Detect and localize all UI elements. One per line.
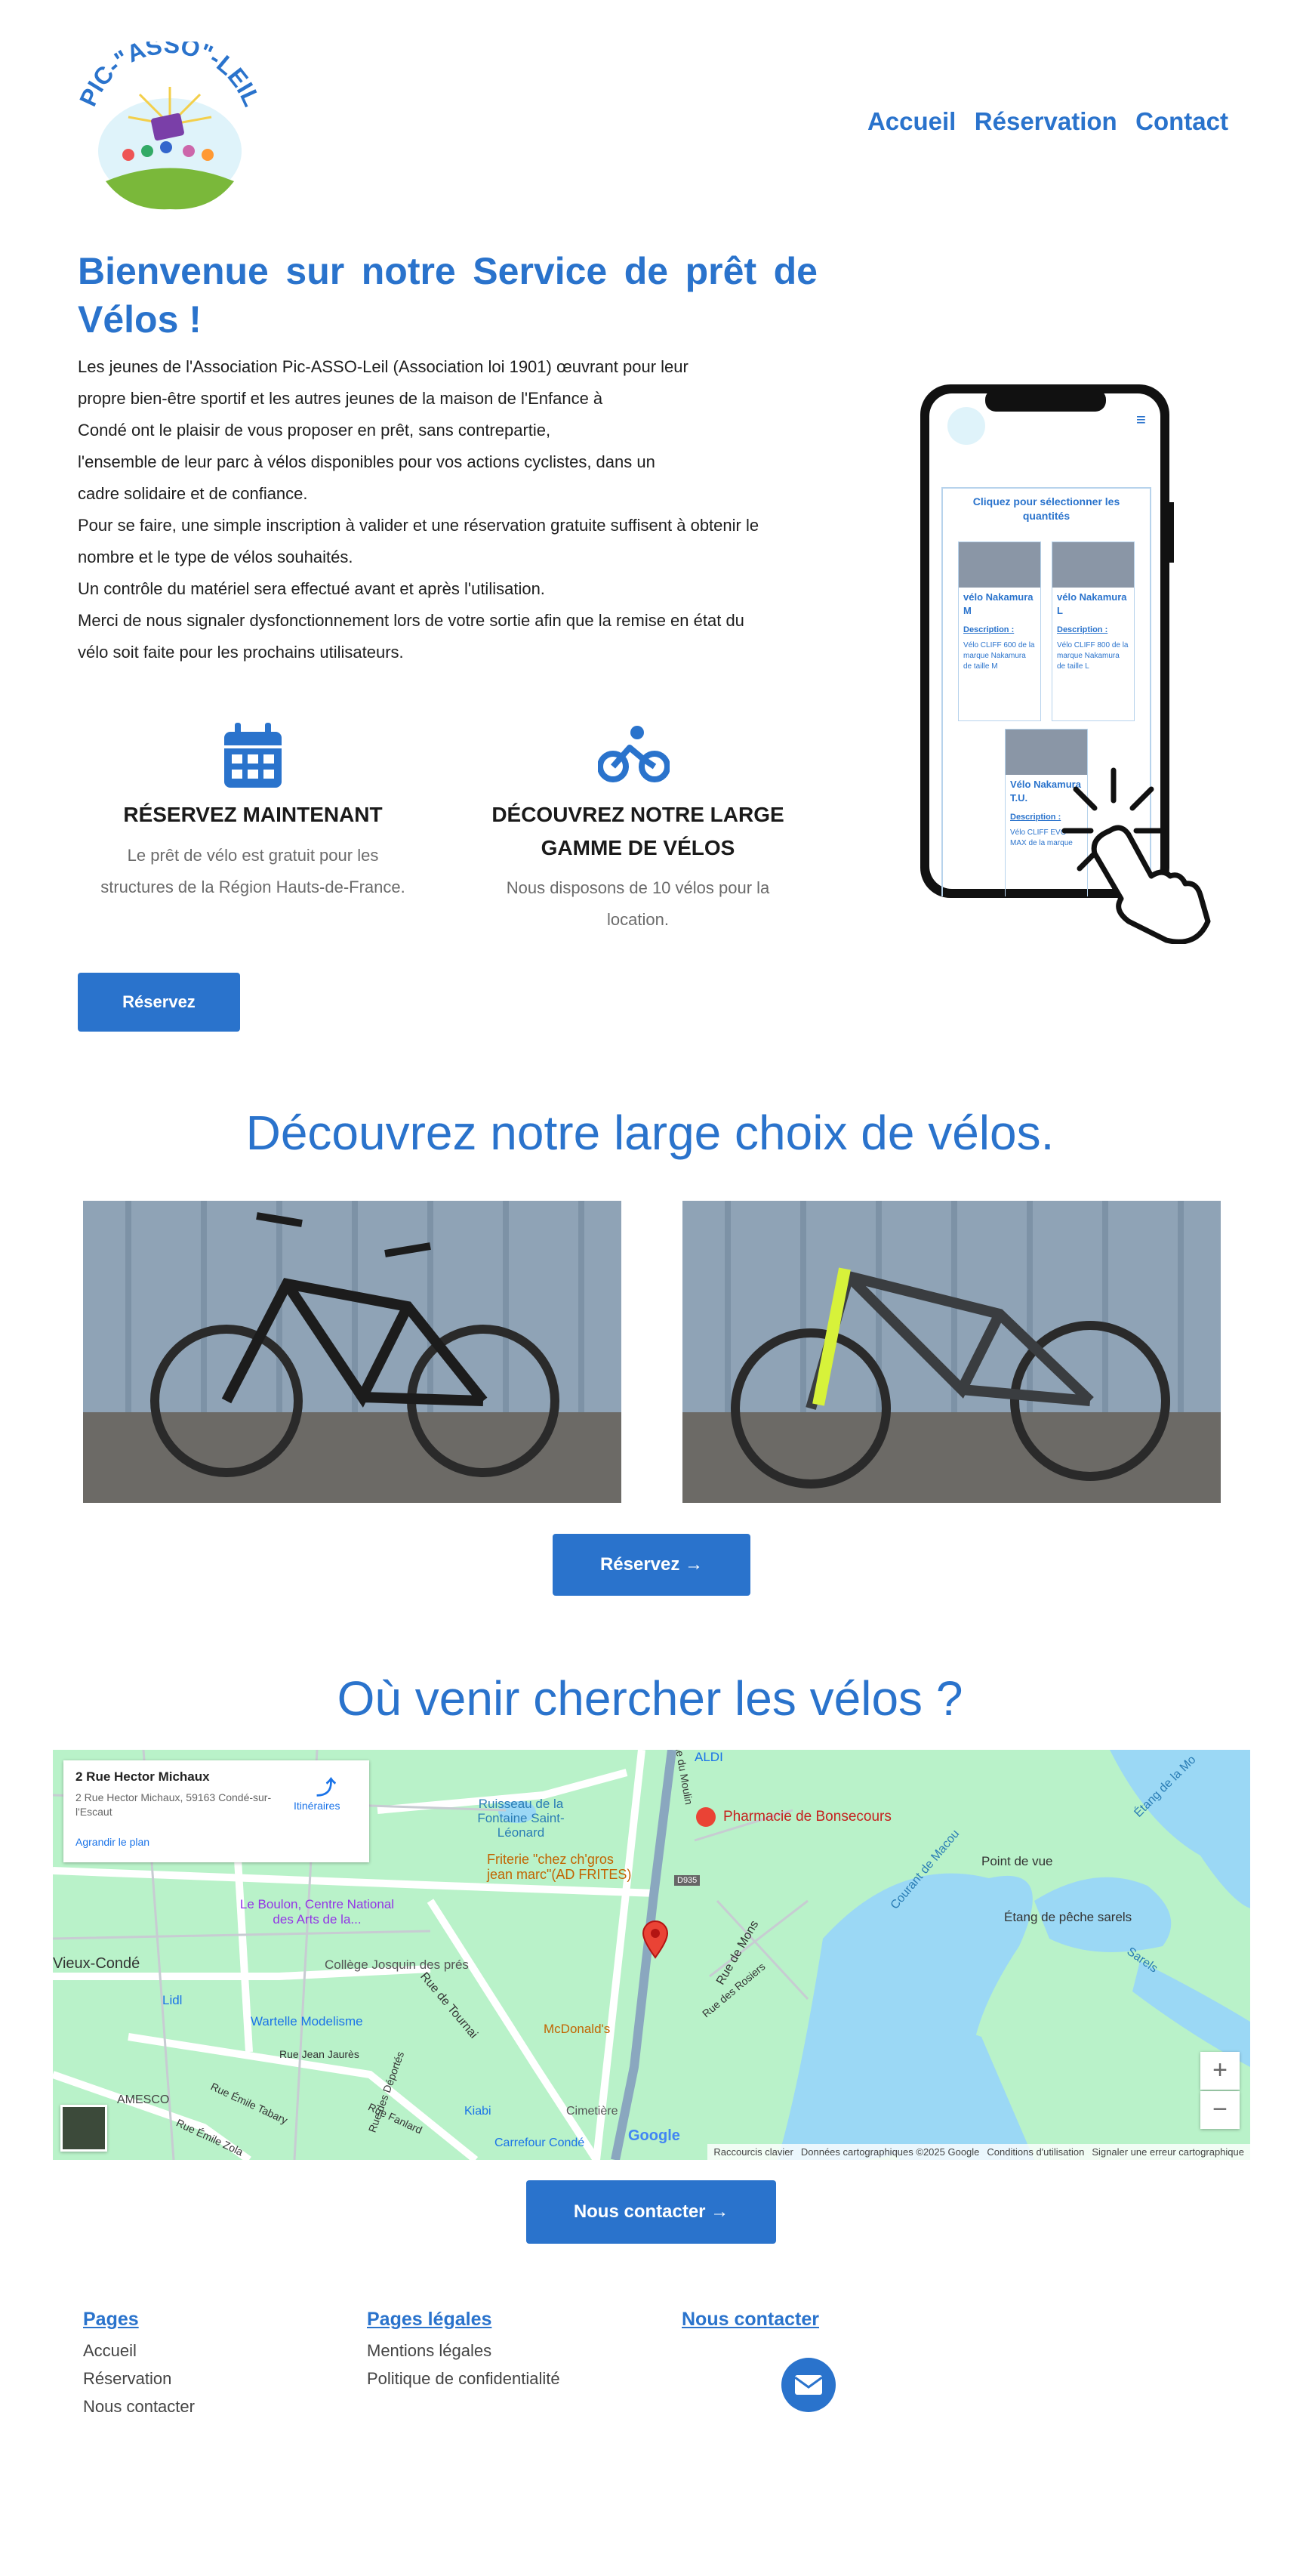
map-label-college[interactable]: Collège Josquin des prés: [325, 1957, 469, 1973]
logo[interactable]: PIC-"ASSO"-LEIL: [74, 30, 266, 215]
map-marker-icon[interactable]: [642, 1920, 669, 1963]
envelope-icon[interactable]: [781, 2358, 836, 2412]
map-label-point-de-vue[interactable]: Point de vue: [981, 1854, 1053, 1869]
footer-link-accueil[interactable]: Accueil: [83, 2337, 195, 2365]
map-label-wartelle[interactable]: Wartelle Modelisme: [251, 2014, 363, 2029]
map-label-mcdonalds[interactable]: McDonald's: [544, 2022, 610, 2037]
map-section-title: Où venir chercher les vélos ?: [337, 1671, 963, 1726]
footer-link-mentions[interactable]: Mentions légales: [367, 2337, 560, 2365]
phone-item[interactable]: vélo Nakamura M Description : Vélo CLIFF…: [958, 541, 1041, 721]
bikes-reserve-button[interactable]: Réservez →: [553, 1534, 750, 1596]
contact-button[interactable]: Nous contacter →: [526, 2180, 776, 2244]
map-card-title: 2 Rue Hector Michaux: [75, 1769, 210, 1784]
map-zoom-in-button[interactable]: +: [1200, 2052, 1240, 2090]
map-info-card: 2 Rue Hector Michaux 2 Rue Hector Michau…: [63, 1760, 369, 1862]
footer-contact-title[interactable]: Nous contacter: [682, 2309, 819, 2331]
map-card-address: 2 Rue Hector Michaux, 59163 Condé-sur-l'…: [75, 1791, 272, 1818]
phone-box-title: Cliquez pour sélectionner les quantités: [972, 495, 1120, 522]
map-label-ruisseau: Ruisseau de la Fontaine Saint-Léonard: [477, 1797, 565, 1840]
reserve-button[interactable]: Réservez: [78, 973, 240, 1032]
footer-legal-title[interactable]: Pages légales: [367, 2309, 491, 2331]
footer-pages-links: Accueil Réservation Nous contacter: [83, 2337, 195, 2420]
map-label-amesco[interactable]: AMESCO: [117, 2093, 169, 2107]
nav-accueil[interactable]: Accueil: [867, 107, 956, 135]
map-pharmacy-icon[interactable]: [696, 1807, 716, 1827]
map-directions-icon[interactable]: ⤴: [316, 1772, 336, 1800]
map[interactable]: 2 Rue Hector Michaux 2 Rue Hector Michau…: [53, 1750, 1250, 2160]
map-keyboard-shortcuts[interactable]: Raccourcis clavier: [713, 2146, 793, 2158]
calendar-icon: [223, 721, 283, 793]
nav-reservation[interactable]: Réservation: [975, 107, 1117, 135]
map-report-link[interactable]: Signaler une erreur cartographique: [1092, 2146, 1244, 2158]
hero-title: Bienvenue sur notre Service de prêt de V…: [78, 250, 818, 341]
feature-reserve-title: RÉSERVEZ MAINTENANT: [123, 803, 383, 826]
feature-bikes-text: Nous disposons de 10 vélos pour la locat…: [506, 878, 770, 929]
footer-link-privacy[interactable]: Politique de confidentialité: [367, 2365, 560, 2392]
bicycle-icon: [597, 725, 670, 789]
map-footer: Raccourcis clavier Données cartographiqu…: [707, 2144, 1250, 2160]
hand-pointer-icon: [1061, 767, 1211, 944]
feature-bikes-title: DÉCOUVREZ NOTRE LARGE GAMME DE VÉLOS: [491, 803, 784, 859]
map-directions-label[interactable]: Itinéraires: [294, 1800, 340, 1812]
map-label-rue-jaures: Rue Jean Jaurès: [279, 2048, 359, 2060]
hero-paragraph: Les jeunes de l'Association Pic-ASSO-Lei…: [78, 357, 759, 662]
feature-reserve-text: Le prêt de vélo est gratuit pour les str…: [100, 846, 405, 896]
map-google-logo: Google: [628, 2127, 680, 2144]
phone-logo: [947, 407, 985, 445]
map-label-lidl[interactable]: Lidl: [162, 1993, 182, 2008]
map-label-aldi[interactable]: ALDI: [695, 1750, 723, 1765]
map-satellite-toggle[interactable]: [60, 2105, 107, 2152]
map-data-credits: Données cartographiques ©2025 Google: [800, 2146, 980, 2158]
map-label-cimetiere[interactable]: Cimetière: [566, 2105, 618, 2118]
bikes-section-title: Découvrez notre large choix de vélos.: [245, 1106, 1055, 1160]
map-label-carrefour[interactable]: Carrefour Condé: [494, 2136, 584, 2150]
phone-mockup: ≡ Cliquez pour sélectionner les quantité…: [917, 381, 1212, 944]
logo-image: PIC-"ASSO"-LEIL: [74, 30, 266, 210]
footer-link-reservation[interactable]: Réservation: [83, 2365, 195, 2392]
map-zoom-out-button[interactable]: −: [1200, 2091, 1240, 2129]
map-label-vieux-conde: Vieux-Condé: [53, 1955, 140, 1972]
nav-contact[interactable]: Contact: [1135, 107, 1228, 135]
map-label-friterie[interactable]: Friterie "chez ch'gros jean marc"(AD FRI…: [487, 1852, 638, 1882]
map-label-d935: D935: [674, 1875, 701, 1886]
phone-item[interactable]: vélo Nakamura L Description : Vélo CLIFF…: [1052, 541, 1135, 721]
map-label-etang-peche[interactable]: Étang de pêche sarels: [1004, 1910, 1132, 1925]
bike-photo: [682, 1201, 1221, 1503]
bike-photo: [83, 1201, 621, 1503]
map-enlarge-link[interactable]: Agrandir le plan: [75, 1836, 149, 1848]
map-label-kiabi[interactable]: Kiabi: [464, 2105, 491, 2118]
map-label-boulon[interactable]: Le Boulon, Centre National des Arts de l…: [234, 1897, 400, 1927]
main-nav: Accueil Réservation Contact: [852, 107, 1228, 136]
footer-pages-title[interactable]: Pages: [83, 2309, 139, 2331]
footer-legal-links: Mentions légales Politique de confidenti…: [367, 2337, 560, 2392]
map-terms-link[interactable]: Conditions d'utilisation: [987, 2146, 1084, 2158]
footer-link-contact[interactable]: Nous contacter: [83, 2392, 195, 2420]
map-label-pharmacie[interactable]: Pharmacie de Bonsecours: [723, 1809, 892, 1825]
phone-menu-icon: ≡: [1136, 410, 1146, 429]
